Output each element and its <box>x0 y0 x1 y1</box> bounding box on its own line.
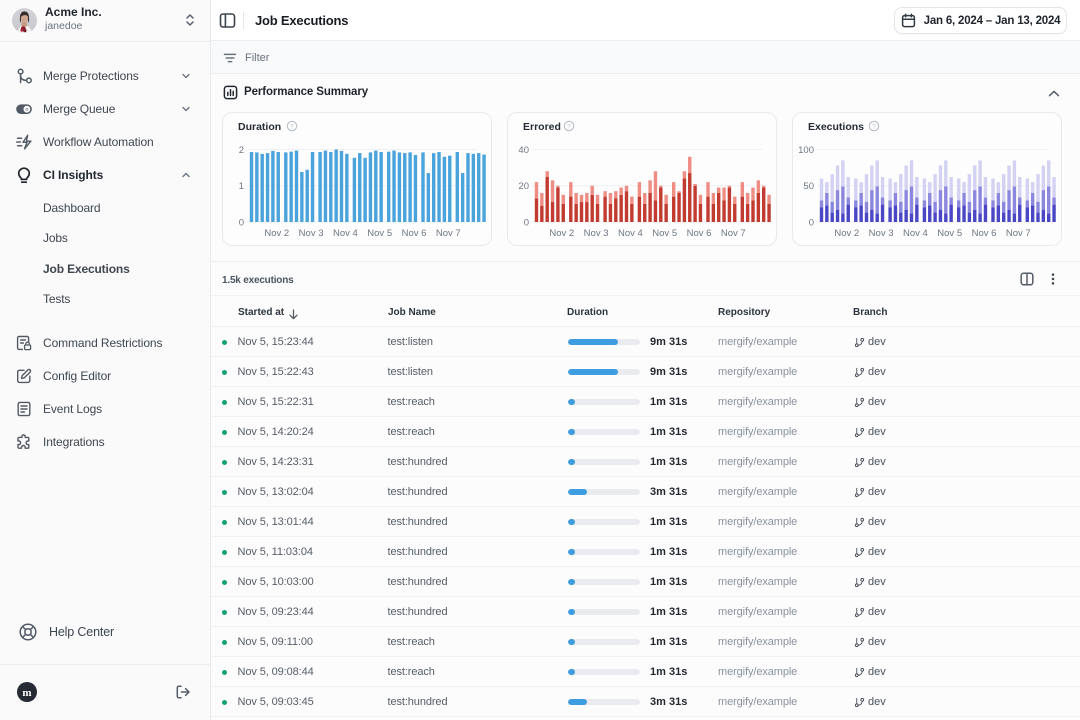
svg-text:50: 50 <box>803 181 814 192</box>
svg-text:Executions: Executions <box>808 121 864 133</box>
svg-text:Nov 6: Nov 6 <box>972 228 997 239</box>
svg-text:Nov 6: Nov 6 <box>687 228 712 239</box>
svg-text:Nov 3: Nov 3 <box>869 228 894 239</box>
svg-text:Nov 5: Nov 5 <box>652 228 677 239</box>
svg-text:Nov 4: Nov 4 <box>333 228 358 239</box>
svg-text:Nov 5: Nov 5 <box>367 228 392 239</box>
svg-text:Errored: Errored <box>523 121 561 133</box>
svg-text:Nov 2: Nov 2 <box>264 228 289 239</box>
svg-text:Duration: Duration <box>238 121 281 133</box>
svg-text:Nov 3: Nov 3 <box>584 228 609 239</box>
svg-text:Nov 2: Nov 2 <box>834 228 859 239</box>
svg-text:Nov 2: Nov 2 <box>549 228 574 239</box>
svg-text:?: ? <box>567 123 571 130</box>
svg-text:Nov 7: Nov 7 <box>436 228 461 239</box>
svg-text:1: 1 <box>239 181 244 192</box>
svg-text:m: m <box>22 687 31 699</box>
svg-text:0: 0 <box>239 217 244 228</box>
svg-text:100: 100 <box>798 145 814 156</box>
svg-text:Nov 4: Nov 4 <box>903 228 928 239</box>
svg-text:Nov 6: Nov 6 <box>402 228 427 239</box>
svg-text:0: 0 <box>809 217 814 228</box>
svg-text:Nov 3: Nov 3 <box>299 228 324 239</box>
svg-text:2: 2 <box>239 145 244 156</box>
svg-text:Nov 7: Nov 7 <box>1006 228 1031 239</box>
svg-text:Nov 4: Nov 4 <box>618 228 643 239</box>
svg-text:?: ? <box>872 123 876 130</box>
svg-text:Nov 7: Nov 7 <box>721 228 746 239</box>
svg-text:0: 0 <box>524 217 529 228</box>
svg-text:Nov 5: Nov 5 <box>937 228 962 239</box>
svg-text:20: 20 <box>518 181 529 192</box>
svg-text:40: 40 <box>518 145 529 156</box>
svg-text:n: n <box>25 107 28 113</box>
svg-text:?: ? <box>290 123 294 130</box>
